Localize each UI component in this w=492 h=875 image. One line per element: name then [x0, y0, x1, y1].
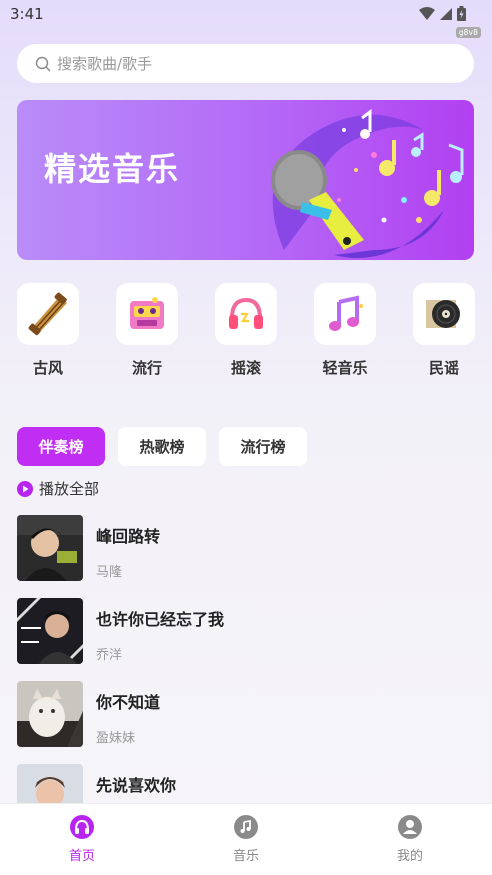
tab-hot-songs[interactable]: 热歌榜 [118, 427, 206, 466]
song-singer: 马隆 [96, 565, 123, 580]
microphone-illustration [271, 109, 464, 258]
song-item[interactable]: 你不知道 盈妹妹 [17, 681, 475, 764]
category-liuxing[interactable]: 流行 [116, 283, 178, 378]
song-singer: 乔洋 [96, 648, 123, 663]
category-label: 轻音乐 [322, 359, 368, 377]
nav-label: 首页 [68, 849, 95, 864]
status-bar: 3:41 g8v8 [0, 0, 492, 38]
banner-title: 精选音乐 [44, 150, 181, 188]
song-info: 也许你已经忘了我 乔洋 [96, 598, 224, 663]
song-item[interactable]: 也许你已经忘了我 乔洋 [17, 598, 475, 681]
debug-tag: g8v8 [455, 27, 481, 38]
music-note-icon [314, 283, 376, 345]
category-qingyinyue[interactable]: 轻音乐 [314, 283, 376, 378]
search-bar[interactable]: 搜索歌曲/歌手 [17, 44, 474, 83]
category-gufeng[interactable]: 古风 [17, 283, 79, 378]
nav-music[interactable]: 音乐 [196, 815, 296, 864]
wifi-icon [419, 6, 435, 20]
album-cover [17, 515, 83, 581]
song-list: 峰回路转 马隆 也许你已经忘了我 乔洋 你不知道 盈妹妹 先说喜欢你 [17, 515, 475, 847]
nav-home[interactable]: 首页 [32, 815, 132, 864]
tab-accompaniment[interactable]: 伴奏榜 [17, 427, 105, 466]
ranking-tabs: 伴奏榜 热歌榜 流行榜 [17, 427, 307, 466]
song-item[interactable]: 峰回路转 马隆 [17, 515, 475, 598]
category-row: 古风 流行 摇滚 轻音乐 民谣 [17, 283, 475, 378]
album-cover [17, 598, 83, 664]
search-icon [35, 56, 51, 71]
search-placeholder: 搜索歌曲/歌手 [57, 55, 153, 73]
category-minyao[interactable]: 民谣 [413, 283, 475, 378]
tab-pop[interactable]: 流行榜 [219, 427, 307, 466]
user-icon [398, 815, 422, 839]
category-label: 流行 [131, 359, 162, 377]
status-icons [419, 6, 466, 21]
song-singer: 盈妹妹 [96, 731, 136, 746]
cassette-icon [116, 283, 178, 345]
song-title: 也许你已经忘了我 [96, 610, 225, 629]
status-time: 3:41 [10, 5, 44, 23]
category-label: 古风 [32, 359, 63, 377]
play-circle-icon [17, 480, 33, 497]
nav-label: 我的 [396, 849, 423, 864]
album-cover [17, 681, 83, 747]
play-all-label: 播放全部 [39, 480, 100, 498]
vinyl-record-icon [413, 283, 475, 345]
signal-icon [440, 7, 452, 20]
song-info: 你不知道 盈妹妹 [96, 681, 160, 746]
headphones-icon [215, 283, 277, 345]
song-title: 你不知道 [96, 693, 161, 712]
song-info: 峰回路转 马隆 [96, 515, 160, 580]
play-all-button[interactable]: 播放全部 [17, 478, 99, 499]
headphones-icon [70, 815, 94, 839]
category-label: 摇滚 [230, 359, 261, 377]
music-disc-icon [234, 815, 258, 839]
category-label: 民谣 [428, 359, 459, 377]
song-title: 先说喜欢你 [96, 776, 177, 795]
nav-label: 音乐 [232, 849, 259, 864]
featured-banner[interactable]: 精选音乐 [17, 100, 474, 260]
song-title: 峰回路转 [96, 527, 161, 546]
bottom-navigation: 首页 音乐 我的 [0, 803, 492, 875]
category-yaogun[interactable]: 摇滚 [215, 283, 277, 378]
nav-profile[interactable]: 我的 [360, 815, 460, 864]
battery-icon [457, 6, 466, 21]
guzheng-icon [17, 283, 79, 345]
